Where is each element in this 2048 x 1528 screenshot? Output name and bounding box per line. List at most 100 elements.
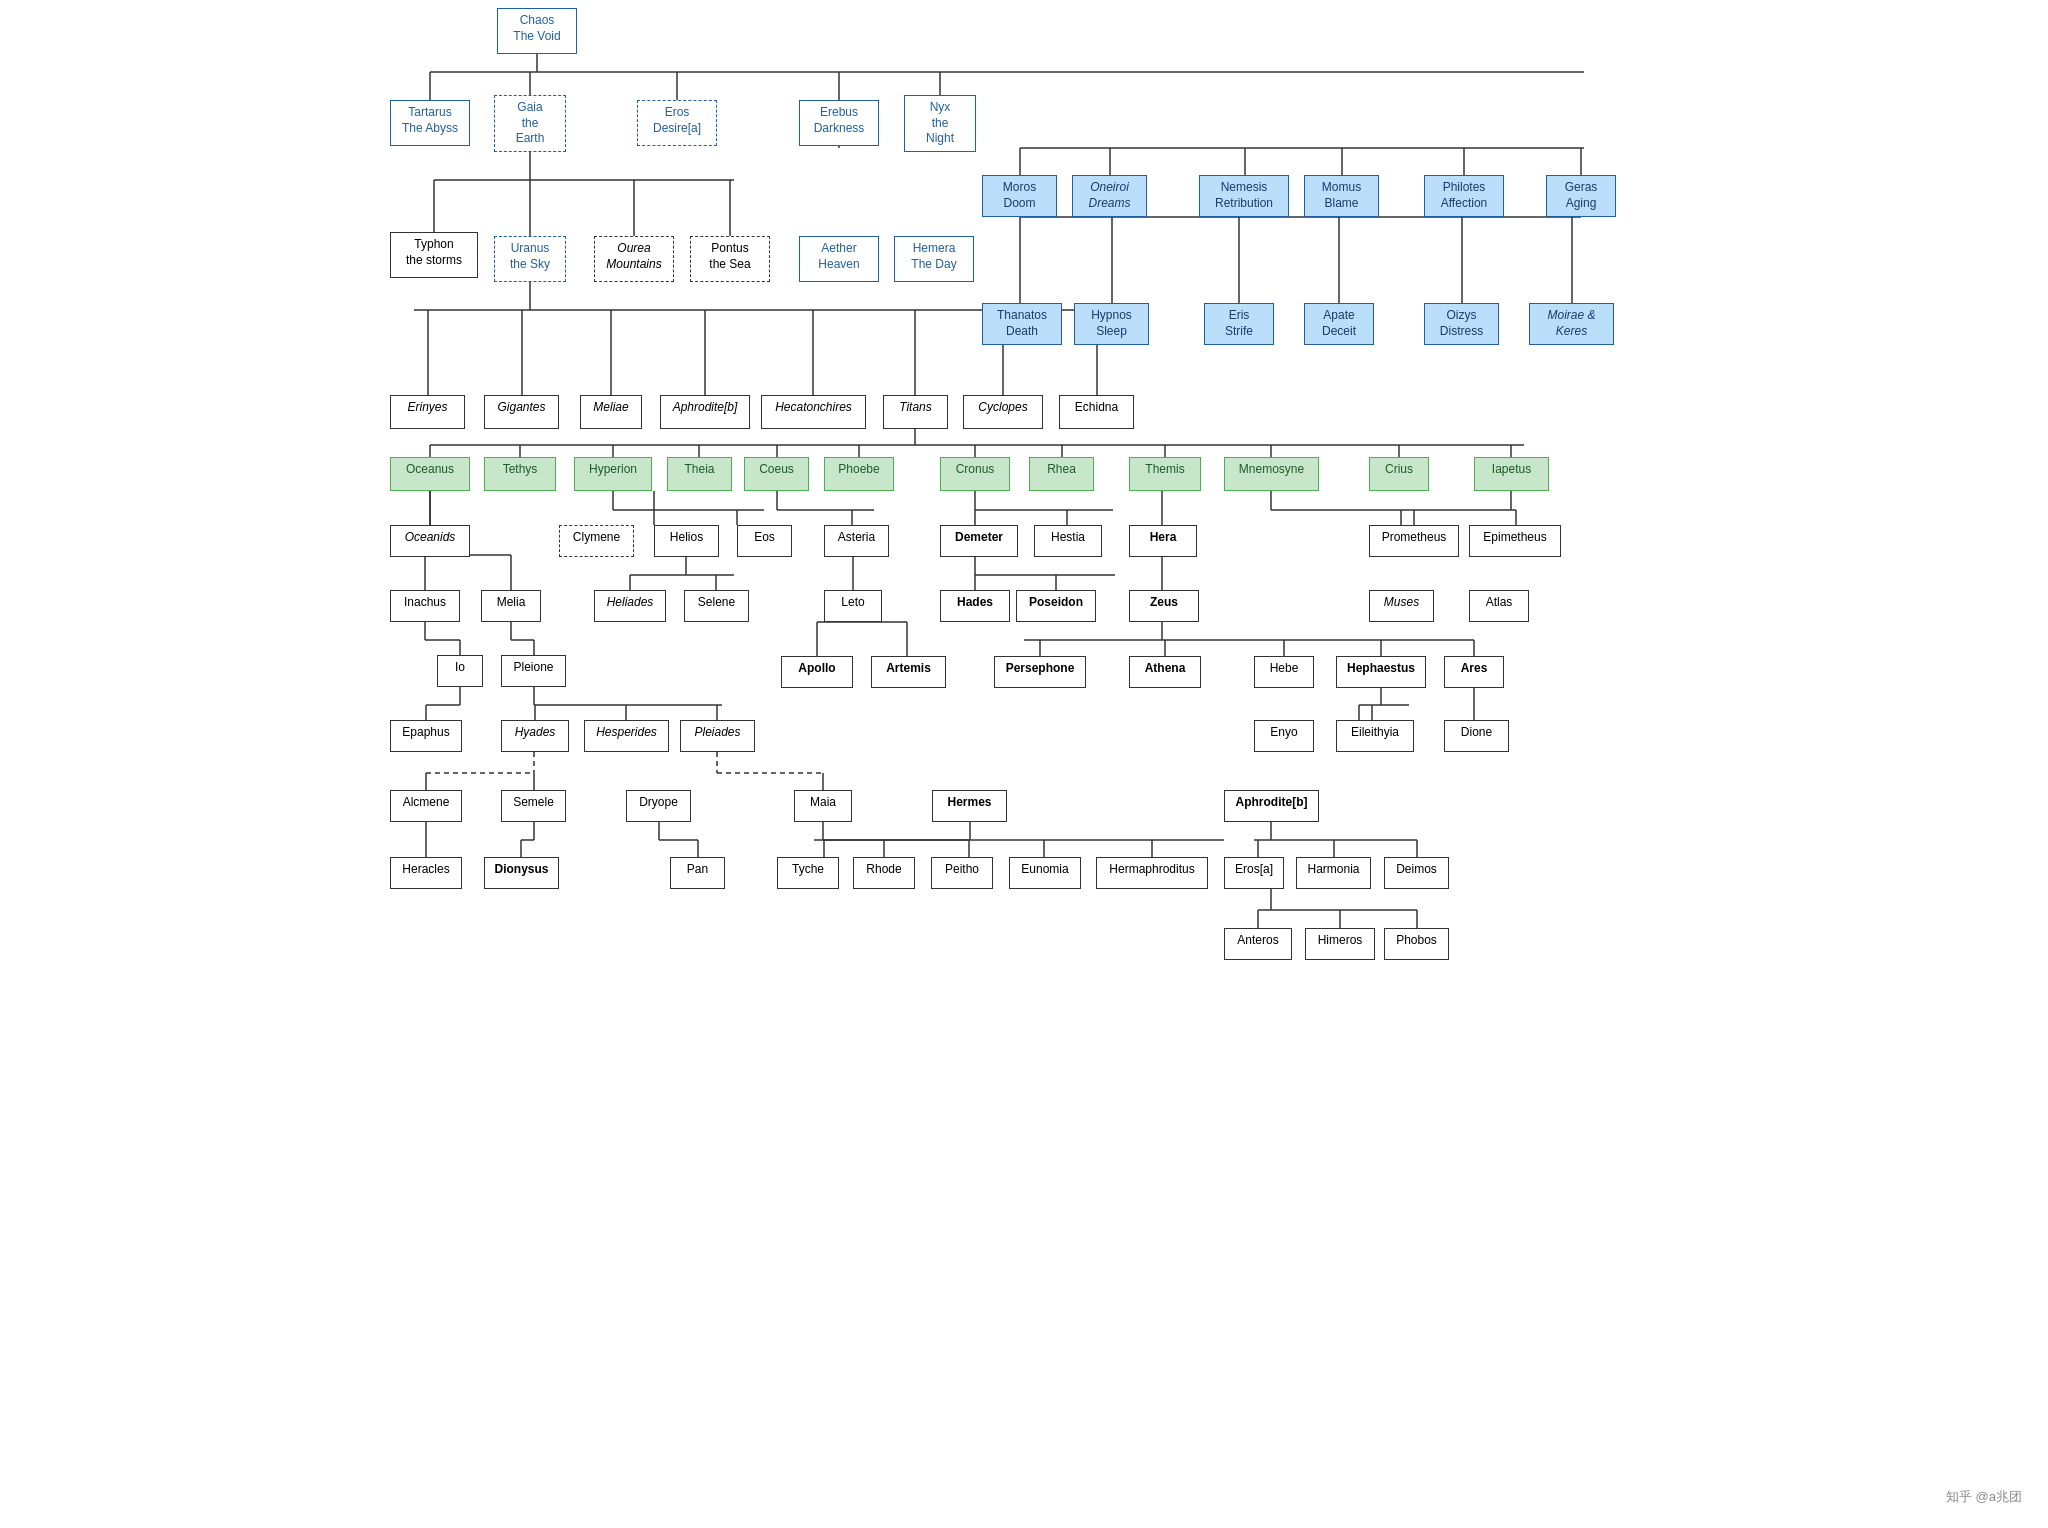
node-maia: Maia	[794, 790, 852, 822]
node-muses: Muses	[1369, 590, 1434, 622]
node-geras: Geras Aging	[1546, 175, 1616, 217]
node-clymene: Clymene	[559, 525, 634, 557]
node-erinyes: Erinyes	[390, 395, 465, 429]
node-aphrodite2: Aphrodite[b]	[1224, 790, 1319, 822]
node-pan: Pan	[670, 857, 725, 889]
node-momus: Momus Blame	[1304, 175, 1379, 217]
node-pleiades: Pleiades	[680, 720, 755, 752]
node-moros: Moros Doom	[982, 175, 1057, 217]
node-alcmene: Alcmene	[390, 790, 462, 822]
node-dryope: Dryope	[626, 790, 691, 822]
node-hera: Hera	[1129, 525, 1197, 557]
node-nemesis: Nemesis Retribution	[1199, 175, 1289, 217]
node-harmonia: Harmonia	[1296, 857, 1371, 889]
node-enyo: Enyo	[1254, 720, 1314, 752]
node-uranus: Uranus the Sky	[494, 236, 566, 282]
node-rhode: Rhode	[853, 857, 915, 889]
node-hephaestus: Hephaestus	[1336, 656, 1426, 688]
connector-lines: ...	[384, 0, 1664, 1000]
node-dionysus: Dionysus	[484, 857, 559, 889]
node-hecatonchires: Hecatonchires	[761, 395, 866, 429]
node-heliades: Heliades	[594, 590, 666, 622]
node-aphrodite_b: Aphrodite[b]	[660, 395, 750, 429]
node-phoebe: Phoebe	[824, 457, 894, 491]
node-oceanus: Oceanus	[390, 457, 470, 491]
node-hades: Hades	[940, 590, 1010, 622]
node-io: Io	[437, 655, 483, 687]
node-asteria: Asteria	[824, 525, 889, 557]
node-cyclopes: Cyclopes	[963, 395, 1043, 429]
node-typhon: Typhon the storms	[390, 232, 478, 278]
node-hebe: Hebe	[1254, 656, 1314, 688]
node-prometheus: Prometheus	[1369, 525, 1459, 557]
node-nyx: Nyx the Night	[904, 95, 976, 152]
node-oneiroi: Oneiroi Dreams	[1072, 175, 1147, 217]
node-artemis: Artemis	[871, 656, 946, 688]
node-hermes: Hermes	[932, 790, 1007, 822]
node-eris: Eris Strife	[1204, 303, 1274, 345]
node-eos: Eos	[737, 525, 792, 557]
node-leto: Leto	[824, 590, 882, 622]
node-eileithyia: Eileithyia	[1336, 720, 1414, 752]
node-hestia: Hestia	[1034, 525, 1102, 557]
node-coeus: Coeus	[744, 457, 809, 491]
node-zeus: Zeus	[1129, 590, 1199, 622]
node-hyades: Hyades	[501, 720, 569, 752]
node-mnemosyne: Mnemosyne	[1224, 457, 1319, 491]
node-melia: Melia	[481, 590, 541, 622]
node-themis: Themis	[1129, 457, 1201, 491]
node-athena: Athena	[1129, 656, 1201, 688]
node-oceanids: Oceanids	[390, 525, 470, 557]
node-eros: Eros Desire[a]	[637, 100, 717, 146]
node-phobos: Phobos	[1384, 928, 1449, 960]
node-tyche: Tyche	[777, 857, 839, 889]
node-poseidon: Poseidon	[1016, 590, 1096, 622]
node-demeter: Demeter	[940, 525, 1018, 557]
node-iapetus: Iapetus	[1474, 457, 1549, 491]
node-tethys: Tethys	[484, 457, 556, 491]
node-selene: Selene	[684, 590, 749, 622]
node-peitho: Peitho	[931, 857, 993, 889]
node-heracles: Heracles	[390, 857, 462, 889]
node-pontus: Pontus the Sea	[690, 236, 770, 282]
node-echidna: Echidna	[1059, 395, 1134, 429]
node-tartarus: Tartarus The Abyss	[390, 100, 470, 146]
node-theia: Theia	[667, 457, 732, 491]
node-inachus: Inachus	[390, 590, 460, 622]
node-hesperides: Hesperides	[584, 720, 669, 752]
node-atlas: Atlas	[1469, 590, 1529, 622]
node-moirae: Moirae & Keres	[1529, 303, 1614, 345]
node-thanatos: Thanatos Death	[982, 303, 1062, 345]
node-eunomia: Eunomia	[1009, 857, 1081, 889]
node-ares: Ares	[1444, 656, 1504, 688]
node-semele: Semele	[501, 790, 566, 822]
node-hermaphroditus: Hermaphroditus	[1096, 857, 1208, 889]
node-aether: Aether Heaven	[799, 236, 879, 282]
node-pleione: Pleione	[501, 655, 566, 687]
node-erebus: Erebus Darkness	[799, 100, 879, 146]
node-meliae: Meliae	[580, 395, 642, 429]
node-gigantes: Gigantes	[484, 395, 559, 429]
node-himeros: Himeros	[1305, 928, 1375, 960]
node-cronus: Cronus	[940, 457, 1010, 491]
node-eros_a: Eros[a]	[1224, 857, 1284, 889]
node-epaphus: Epaphus	[390, 720, 462, 752]
node-ourea: Ourea Mountains	[594, 236, 674, 282]
node-hemera: Hemera The Day	[894, 236, 974, 282]
node-deimos: Deimos	[1384, 857, 1449, 889]
node-chaos: Chaos The Void	[497, 8, 577, 54]
node-hyperion: Hyperion	[574, 457, 652, 491]
node-gaia: Gaia the Earth	[494, 95, 566, 152]
node-anteros: Anteros	[1224, 928, 1292, 960]
node-rhea: Rhea	[1029, 457, 1094, 491]
node-helios: Helios	[654, 525, 719, 557]
node-dione: Dione	[1444, 720, 1509, 752]
node-oizys: Oizys Distress	[1424, 303, 1499, 345]
node-hypnos: Hypnos Sleep	[1074, 303, 1149, 345]
node-apate: Apate Deceit	[1304, 303, 1374, 345]
chart-container: ... Chaos The Void Tartarus The Abyss Gaia…	[384, 0, 1664, 1000]
node-apollo: Apollo	[781, 656, 853, 688]
node-philotes: Philotes Affection	[1424, 175, 1504, 217]
node-titans: Titans	[883, 395, 948, 429]
node-crius: Crius	[1369, 457, 1429, 491]
